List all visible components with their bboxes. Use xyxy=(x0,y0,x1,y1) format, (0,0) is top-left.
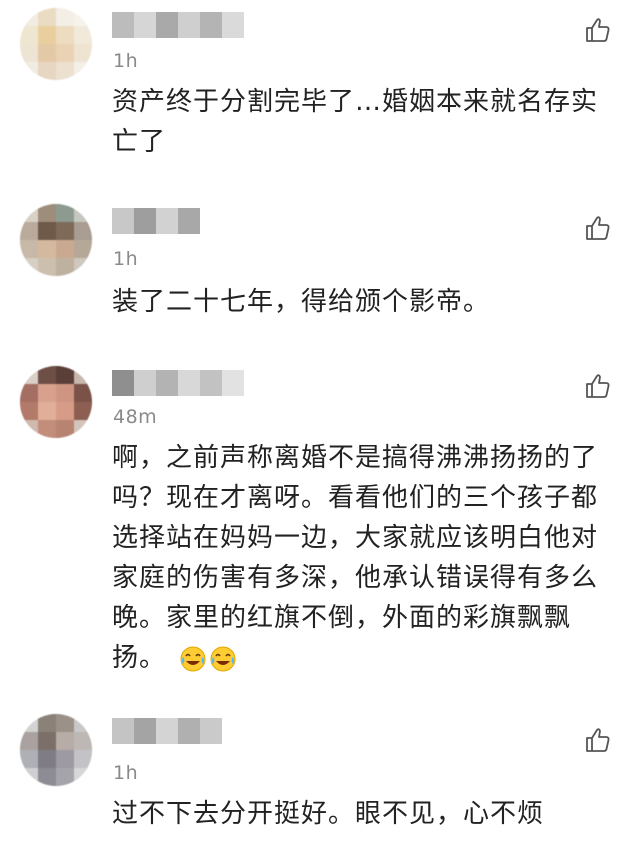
avatar[interactable] xyxy=(20,8,92,80)
thumbs-up-icon[interactable] xyxy=(584,214,612,242)
avatar[interactable] xyxy=(20,366,92,438)
comment-text-body: 啊，之前声称离婚不是搞得沸沸扬扬的了吗？现在才离呀。看看他们的三个孩子都选择站在… xyxy=(112,443,599,673)
comment-item: 1h 资产终于分割完毕了…婚姻本来就名存实亡了 xyxy=(0,0,640,190)
comment-time: 1h xyxy=(113,248,139,270)
comment-text: 资产终于分割完毕了…婚姻本来就名存实亡了 xyxy=(112,87,599,157)
comment-item: 1h 过不下去分开挺好。眼不见，心不烦 xyxy=(0,700,640,851)
thumbs-up-icon[interactable] xyxy=(584,16,612,44)
crying-laughing-emoji xyxy=(180,646,206,671)
crying-laughing-emoji xyxy=(210,646,236,671)
comment-item: 48m 啊，之前声称离婚不是搞得沸沸扬扬的了吗？现在才离呀。看看他们的三个孩子都… xyxy=(0,350,640,700)
emoji-group xyxy=(179,645,237,673)
comment-text: 过不下去分开挺好。眼不见，心不烦 xyxy=(112,799,545,829)
username-blurred[interactable] xyxy=(112,12,244,40)
comment-time: 1h xyxy=(113,50,139,72)
thumbs-up-icon[interactable] xyxy=(584,372,612,400)
avatar[interactable] xyxy=(20,204,92,276)
username-blurred[interactable] xyxy=(112,718,222,746)
comment-text: 啊，之前声称离婚不是搞得沸沸扬扬的了吗？现在才离呀。看看他们的三个孩子都选择站在… xyxy=(112,438,620,678)
comment-item: 1h 装了二十七年，得给颁个影帝。 xyxy=(0,190,640,350)
avatar[interactable] xyxy=(20,714,92,786)
comment-text: 装了二十七年，得给颁个影帝。 xyxy=(112,287,491,317)
username-blurred[interactable] xyxy=(112,208,200,236)
username-blurred[interactable] xyxy=(112,370,244,398)
comment-time: 1h xyxy=(113,762,139,784)
thumbs-up-icon[interactable] xyxy=(584,726,612,754)
comment-time: 48m xyxy=(113,406,158,428)
